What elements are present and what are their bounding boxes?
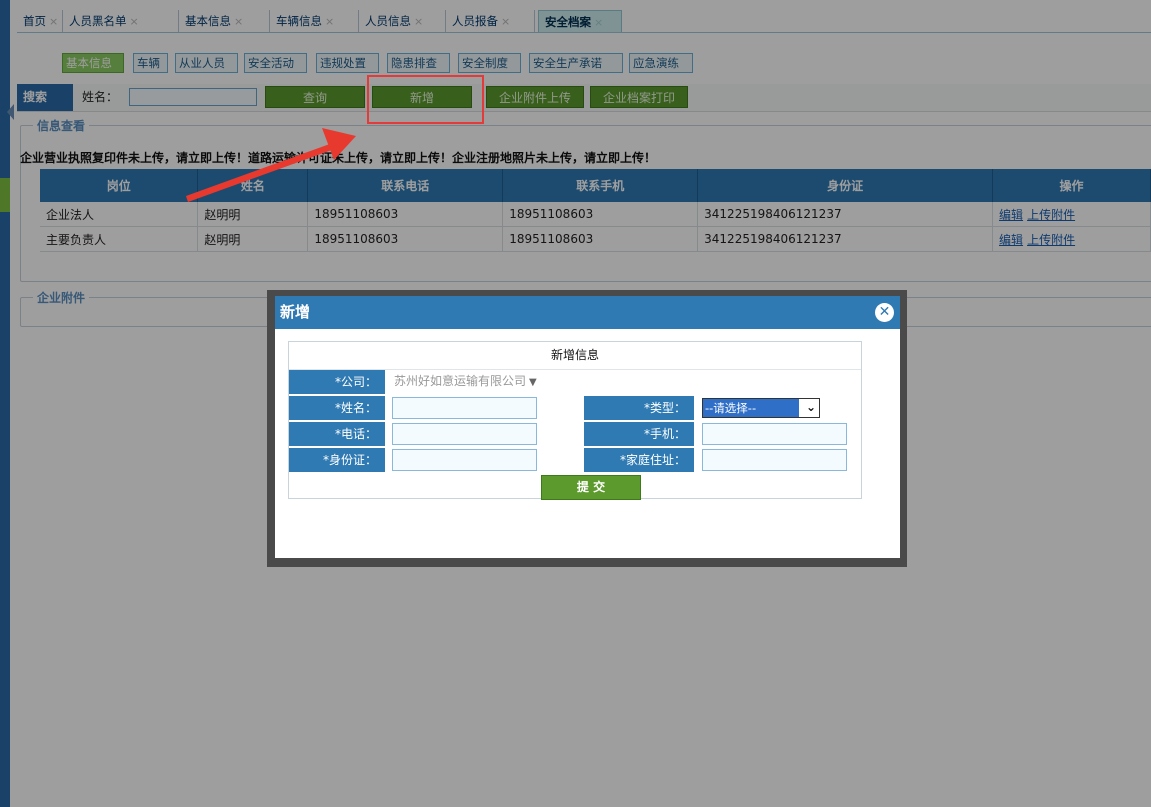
type-select[interactable]: --请选择-- ⌄ [702, 398, 820, 418]
type-label: *类型： [584, 396, 694, 420]
address-label: *家庭住址： [584, 448, 694, 472]
chevron-down-icon: ⌄ [805, 400, 816, 414]
company-select: 苏州好如意运输有限公司 ▼ [394, 372, 537, 389]
dialog-title-bar: 新增 ✕ [275, 296, 900, 329]
add-form: 新增信息 *公司： 苏州好如意运输有限公司 ▼ *姓名： *类型： --请选择--… [288, 341, 862, 500]
name-label: *姓名： [289, 396, 385, 420]
id-field[interactable] [392, 449, 537, 471]
id-label: *身份证： [289, 448, 385, 472]
company-value: 苏州好如意运输有限公司 [394, 374, 527, 388]
mobile-label: *手机： [584, 422, 694, 446]
address-field[interactable] [702, 449, 847, 471]
company-label: *公司： [289, 370, 385, 394]
dialog-title: 新增 [280, 303, 311, 321]
close-icon[interactable]: ✕ [875, 303, 894, 322]
type-select-value: --请选择-- [703, 399, 799, 417]
highlight-box [367, 75, 484, 124]
mobile-field[interactable] [702, 423, 847, 445]
chevron-down-icon: ▼ [529, 377, 537, 388]
add-dialog: 新增 ✕ 新增信息 *公司： 苏州好如意运输有限公司 ▼ *姓名： *类型： --… [275, 296, 900, 558]
submit-button[interactable]: 提 交 [541, 475, 641, 500]
form-title: 新增信息 [289, 342, 861, 370]
phone-field[interactable] [392, 423, 537, 445]
phone-label: *电话： [289, 422, 385, 446]
name-field[interactable] [392, 397, 537, 419]
